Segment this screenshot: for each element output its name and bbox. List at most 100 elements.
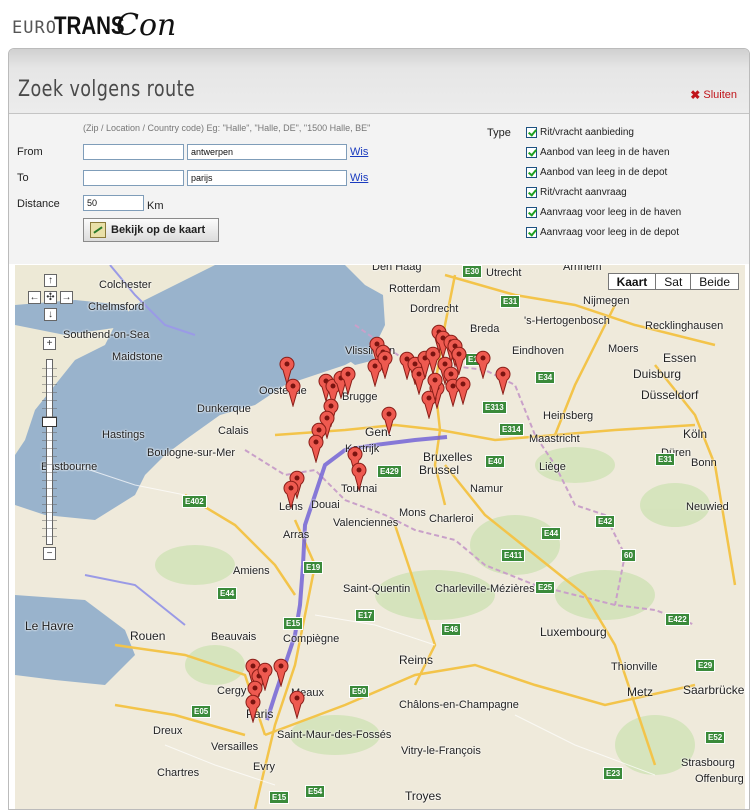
from-label: From xyxy=(17,146,43,158)
map-marker-pin[interactable] xyxy=(307,433,325,463)
map-city-label: Moers xyxy=(608,343,639,355)
close-label: Sluiten xyxy=(703,89,737,101)
map-type-map-button[interactable]: Kaart xyxy=(607,273,657,290)
to-code-input[interactable] xyxy=(83,170,184,186)
road-shield: E23 xyxy=(603,767,624,780)
map-city-label: Saarbrücken xyxy=(683,683,745,697)
to-city-input[interactable] xyxy=(187,170,347,186)
checkbox-checked[interactable] xyxy=(526,227,537,238)
map-marker-pin[interactable] xyxy=(474,349,492,379)
distance-input[interactable] xyxy=(83,195,144,211)
type-option-empty-port-offer[interactable]: Aanbod van leeg in de haven xyxy=(526,147,670,158)
map-city-label: Maidstone xyxy=(112,351,163,363)
pan-center-button[interactable]: ✣ xyxy=(44,291,57,304)
from-code-input[interactable] xyxy=(83,144,184,160)
map-city-label: Boulogne-sur-Mer xyxy=(147,447,236,459)
map-city-label: Bruxelles xyxy=(423,450,473,464)
route-map[interactable]: Den Haag Utrecht Arnhem Colchester Rotte… xyxy=(15,265,745,809)
from-city-input[interactable] xyxy=(187,144,347,160)
map-marker-pin[interactable] xyxy=(454,375,472,405)
type-option-ride-offer[interactable]: Rit/vracht aanbieding xyxy=(526,127,634,138)
map-city-label: Chelmsford xyxy=(88,301,145,313)
map-city-label: Neuwied xyxy=(686,501,729,513)
pan-right-button[interactable]: → xyxy=(60,291,73,304)
map-marker-pin[interactable] xyxy=(426,371,444,401)
pan-down-button[interactable]: ↓ xyxy=(44,308,57,321)
type-option-label: Rit/vracht aanvraag xyxy=(540,187,627,198)
map-marker-pin[interactable] xyxy=(282,479,300,509)
to-label: To xyxy=(17,172,29,184)
map-city-label: Reims xyxy=(399,653,434,667)
map-city-label: Rouen xyxy=(130,629,166,643)
checkbox-checked[interactable] xyxy=(526,147,537,158)
map-city-label: Eindhoven xyxy=(512,345,564,357)
pan-left-button[interactable]: ← xyxy=(28,291,41,304)
road-shield: E30 xyxy=(462,265,483,278)
road-shield: E31 xyxy=(500,295,521,308)
map-marker-pin[interactable] xyxy=(380,405,398,435)
from-clear-link[interactable]: Wis xyxy=(350,146,368,158)
map-city-label: Bonn xyxy=(691,457,717,469)
type-option-empty-depot-request[interactable]: Aanvraag voor leeg in de depot xyxy=(526,227,679,238)
map-marker-pin[interactable] xyxy=(284,377,302,407)
type-option-empty-depot-offer[interactable]: Aanbod van leeg in de depot xyxy=(526,167,667,178)
road-shield: E314 xyxy=(499,423,524,436)
map-city-label: Mons xyxy=(399,507,426,519)
map-city-label: Dreux xyxy=(153,725,183,737)
map-marker-pin[interactable] xyxy=(350,461,368,491)
map-icon xyxy=(90,222,106,238)
map-city-label: Saint-Maur-des-Fossés xyxy=(277,729,392,741)
road-shield: E40 xyxy=(485,455,506,468)
type-option-empty-port-request[interactable]: Aanvraag voor leeg in de haven xyxy=(526,207,681,218)
zoom-in-button[interactable]: + xyxy=(43,337,56,350)
map-city-label: Evry xyxy=(253,761,275,773)
road-shield: E52 xyxy=(705,731,726,744)
panel-title: Zoek volgens route xyxy=(18,77,196,102)
map-city-label: Dordrecht xyxy=(410,303,459,315)
type-option-label: Rit/vracht aanbieding xyxy=(540,127,634,138)
map-type-satellite-button[interactable]: Sat xyxy=(655,273,692,290)
to-clear-link[interactable]: Wis xyxy=(350,172,368,184)
map-city-label: Colchester xyxy=(99,279,152,291)
checkbox-checked[interactable] xyxy=(526,207,537,218)
road-shield: E29 xyxy=(695,659,716,672)
map-marker-pin[interactable] xyxy=(288,689,306,719)
road-shield: E50 xyxy=(349,685,370,698)
checkbox-checked[interactable] xyxy=(526,127,537,138)
type-option-ride-request[interactable]: Rit/vracht aanvraag xyxy=(526,187,627,198)
pan-up-button[interactable]: ↑ xyxy=(44,274,57,287)
road-shield: E429 xyxy=(377,465,402,478)
road-shield: E25 xyxy=(535,581,556,594)
type-label: Type xyxy=(487,127,511,139)
panel-header: Zoek volgens route ✖ Sluiten xyxy=(9,49,749,114)
map-city-label: Le Havre xyxy=(25,619,74,633)
road-shield: E313 xyxy=(482,401,507,414)
road-shield: E42 xyxy=(595,515,616,528)
road-shield: E05 xyxy=(191,705,212,718)
checkbox-checked[interactable] xyxy=(526,167,537,178)
map-marker-pin[interactable] xyxy=(339,365,357,395)
map-city-label: Heinsberg xyxy=(543,410,594,422)
zoom-slider-knob[interactable] xyxy=(42,417,57,427)
checkbox-checked[interactable] xyxy=(526,187,537,198)
map-marker-pin[interactable] xyxy=(272,657,290,687)
type-option-label: Aanvraag voor leeg in de haven xyxy=(540,207,682,218)
map-city-label: Versailles xyxy=(211,741,259,753)
close-button[interactable]: ✖ Sluiten xyxy=(690,88,737,102)
map-marker-pin[interactable] xyxy=(376,349,394,379)
zoom-slider-ticks xyxy=(42,361,57,541)
map-type-hybrid-button[interactable]: Beide xyxy=(690,273,739,290)
map-marker-pin[interactable] xyxy=(494,365,512,395)
map-city-label: Châlons-en-Champagne xyxy=(399,699,519,711)
map-city-label: Dunkerque xyxy=(197,403,251,415)
map-city-label: Metz xyxy=(627,685,654,699)
map-city-label: Liège xyxy=(539,461,566,473)
map-marker-pin[interactable] xyxy=(244,693,262,723)
show-on-map-label: Bekijk op de kaart xyxy=(111,224,206,236)
map-type-control: Kaart Sat Beide xyxy=(607,273,739,290)
map-city-label: Cergy xyxy=(217,685,247,697)
show-on-map-button[interactable]: Bekijk op de kaart xyxy=(83,218,219,242)
map-city-label: Hastings xyxy=(102,429,145,441)
zoom-out-button[interactable]: − xyxy=(43,547,56,560)
road-shield: E44 xyxy=(217,587,238,600)
